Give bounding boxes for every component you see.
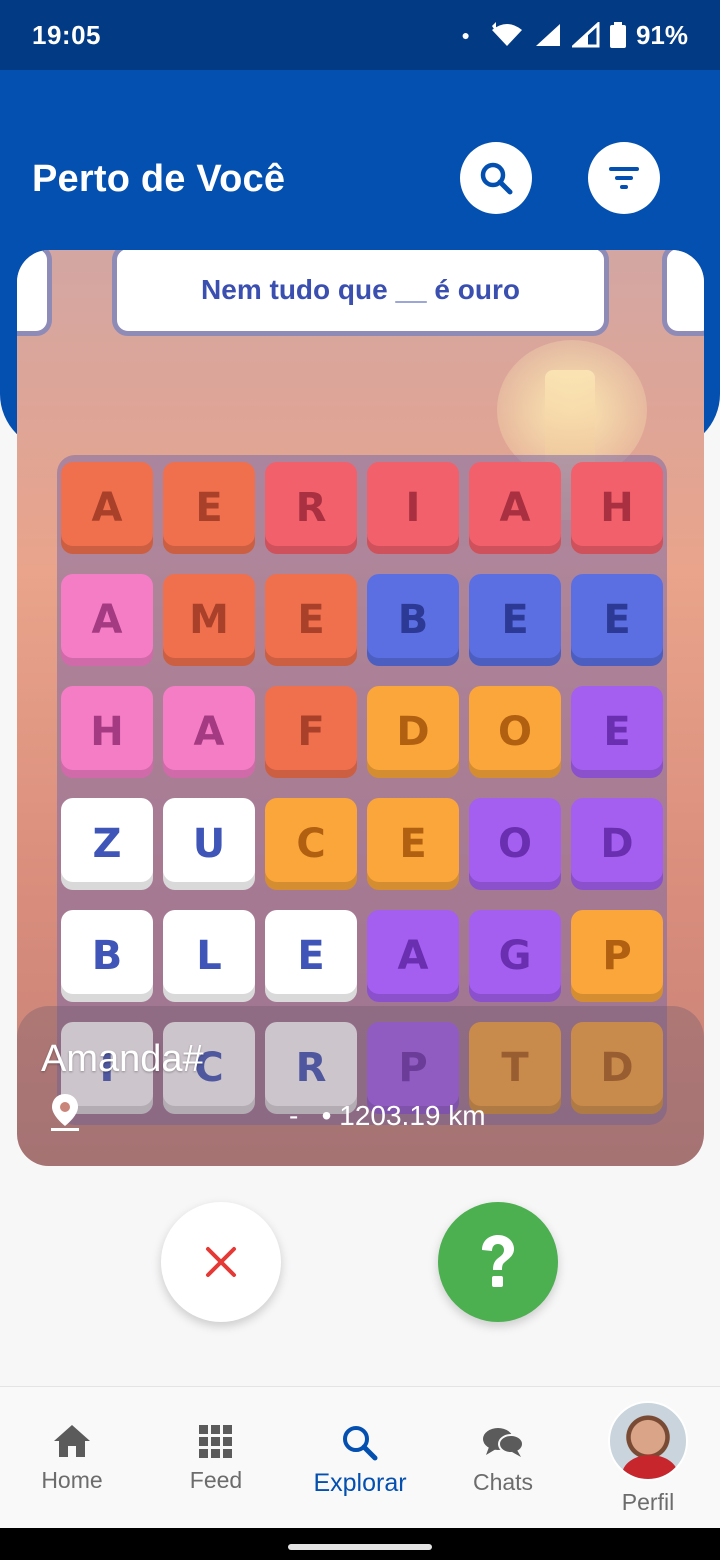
grid-icon (199, 1425, 232, 1458)
banner-tab-left (17, 250, 52, 336)
status-icons: ● 91% (461, 20, 688, 51)
banner-tab-right (662, 250, 704, 336)
letter-tile: E (469, 574, 561, 666)
letter-tile: A (61, 462, 153, 554)
location-pin-icon (51, 1094, 79, 1131)
letter-tile: A (163, 686, 255, 778)
nav-chats[interactable]: Chats (460, 1387, 546, 1529)
chat-icon (483, 1428, 524, 1457)
letter-tile: D (367, 686, 459, 778)
question-icon (482, 1235, 514, 1287)
status-bar: 19:05 ● 91% (0, 0, 720, 70)
nav-explorar[interactable]: Explorar (300, 1387, 420, 1529)
letter-tile: H (61, 686, 153, 778)
letter-tile: E (265, 574, 357, 666)
dislike-button[interactable] (161, 1202, 281, 1322)
letter-tile: D (571, 798, 663, 890)
location-separator: - (289, 1100, 299, 1131)
letter-tile: A (61, 574, 153, 666)
nav-home[interactable]: Home (30, 1387, 114, 1529)
notification-dot-icon: ● (461, 27, 470, 43)
letter-tile: E (571, 574, 663, 666)
letter-tile: E (163, 462, 255, 554)
search-icon (343, 1426, 378, 1461)
filter-icon (609, 167, 639, 189)
page-title: Perto de Você (32, 158, 286, 200)
letter-tile: B (61, 910, 153, 1002)
letter-tile: O (469, 686, 561, 778)
bottom-nav: Home Feed Explorar Chats Perfil (0, 1386, 720, 1528)
puzzle-clue-banner: Nem tudo que __ é ouro (112, 250, 609, 336)
signal-icon-2 (571, 22, 600, 48)
wifi-icon (491, 22, 522, 46)
home-indicator[interactable] (288, 1544, 432, 1550)
nav-perfil[interactable]: Perfil (606, 1387, 690, 1529)
letter-tile: C (265, 798, 357, 890)
letter-tile: O (469, 798, 561, 890)
nav-home-label: Home (41, 1467, 103, 1493)
close-icon (206, 1247, 236, 1277)
letter-tile: P (571, 910, 663, 1002)
search-icon (480, 162, 513, 195)
search-button[interactable] (460, 142, 532, 214)
nav-chats-label: Chats (472, 1469, 534, 1495)
letter-tile: U (163, 798, 255, 890)
letter-tile: E (265, 910, 357, 1002)
distance-value: • 1203.19 km (321, 1100, 486, 1131)
filter-button[interactable] (588, 142, 660, 214)
profile-info-overlay (17, 1006, 704, 1166)
letter-tile: R (265, 462, 357, 554)
letter-tile: G (469, 910, 561, 1002)
letter-tile: L (163, 910, 255, 1002)
letter-tile: E (367, 798, 459, 890)
nav-explorar-label: Explorar (313, 1469, 407, 1497)
letter-tile: A (367, 910, 459, 1002)
letter-tile: H (571, 462, 663, 554)
nav-perfil-label: Perfil (621, 1489, 675, 1515)
battery-level: 91% (635, 19, 688, 50)
letter-tile: A (469, 462, 561, 554)
letter-tile: F (265, 686, 357, 778)
profile-card[interactable]: Nem tudo que __ é ouro A E R I A H A M E… (17, 250, 704, 1166)
home-icon (54, 1425, 90, 1457)
battery-icon (609, 22, 626, 48)
signal-icon (535, 24, 560, 46)
puzzle-clue-text: Nem tudo que __ é ouro (201, 274, 520, 305)
letter-tile: B (367, 574, 459, 666)
letter-tile: M (163, 574, 255, 666)
profile-distance: - • 1203.19 km (289, 1100, 486, 1132)
letter-tile: I (367, 462, 459, 554)
question-button[interactable] (438, 1202, 558, 1322)
nav-feed-label: Feed (189, 1467, 243, 1493)
profile-name: Amanda# (41, 1038, 204, 1080)
avatar (608, 1401, 688, 1481)
letter-tile: Z (61, 798, 153, 890)
letter-tile: E (571, 686, 663, 778)
status-time: 19:05 (32, 19, 101, 50)
nav-feed[interactable]: Feed (174, 1387, 258, 1529)
